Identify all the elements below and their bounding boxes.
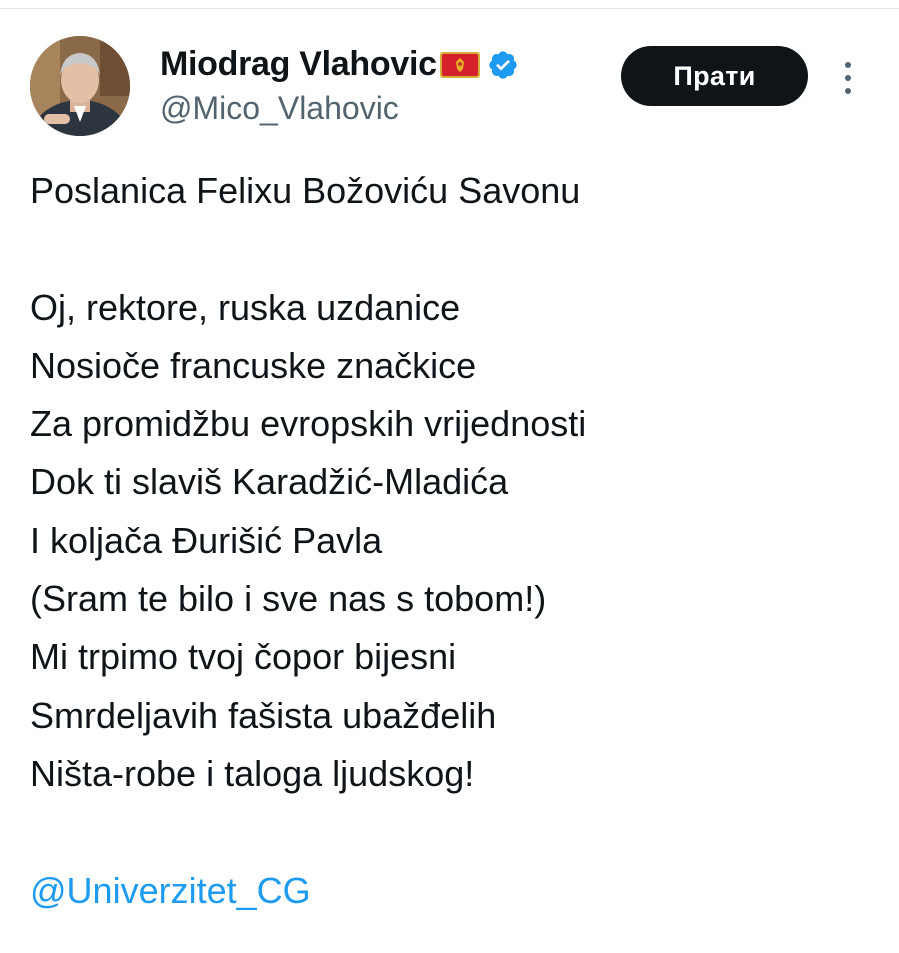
author-display-name[interactable]: Miodrag Vlahovic xyxy=(160,42,437,86)
verified-badge-icon xyxy=(487,49,519,81)
more-vertical-icon[interactable] xyxy=(836,58,860,98)
author-handle[interactable]: @Mico_Vlahovic xyxy=(160,88,399,128)
poem-line: Smrdeljavih fašista ubažđelih xyxy=(30,694,497,736)
avatar[interactable] xyxy=(30,36,130,136)
poem-line: Dok ti slaviš Karadžić-Mladića xyxy=(30,461,509,503)
top-divider xyxy=(0,8,899,9)
author-name-row[interactable]: Miodrag Vlahovic xyxy=(160,42,519,86)
poem-line: Ništa-robe i taloga ljudskog! xyxy=(30,752,475,794)
mention-link[interactable]: @Univerzitet_CG xyxy=(30,862,870,920)
montenegro-flag-icon xyxy=(439,50,481,80)
poem-line: Za promidžbu evropskih vrijednosti xyxy=(30,403,587,445)
poem-line: Nosioče francuske značkice xyxy=(30,344,477,386)
poem-line: Oj, rektore, ruska uzdanice xyxy=(30,286,461,328)
tweet-text: Poslanica Felixu Božoviću Savonu Oj, rek… xyxy=(30,162,870,920)
tweet-title-line: Poslanica Felixu Božoviću Savonu xyxy=(30,170,581,211)
follow-button[interactable]: Прати xyxy=(621,46,808,106)
poem-line: I koljača Đurišić Pavla xyxy=(30,519,383,561)
poem-line: Mi trpimo tvoj čopor bijesni xyxy=(30,636,457,678)
poem-line: (Sram te bilo i sve nas s tobom!) xyxy=(30,578,547,620)
